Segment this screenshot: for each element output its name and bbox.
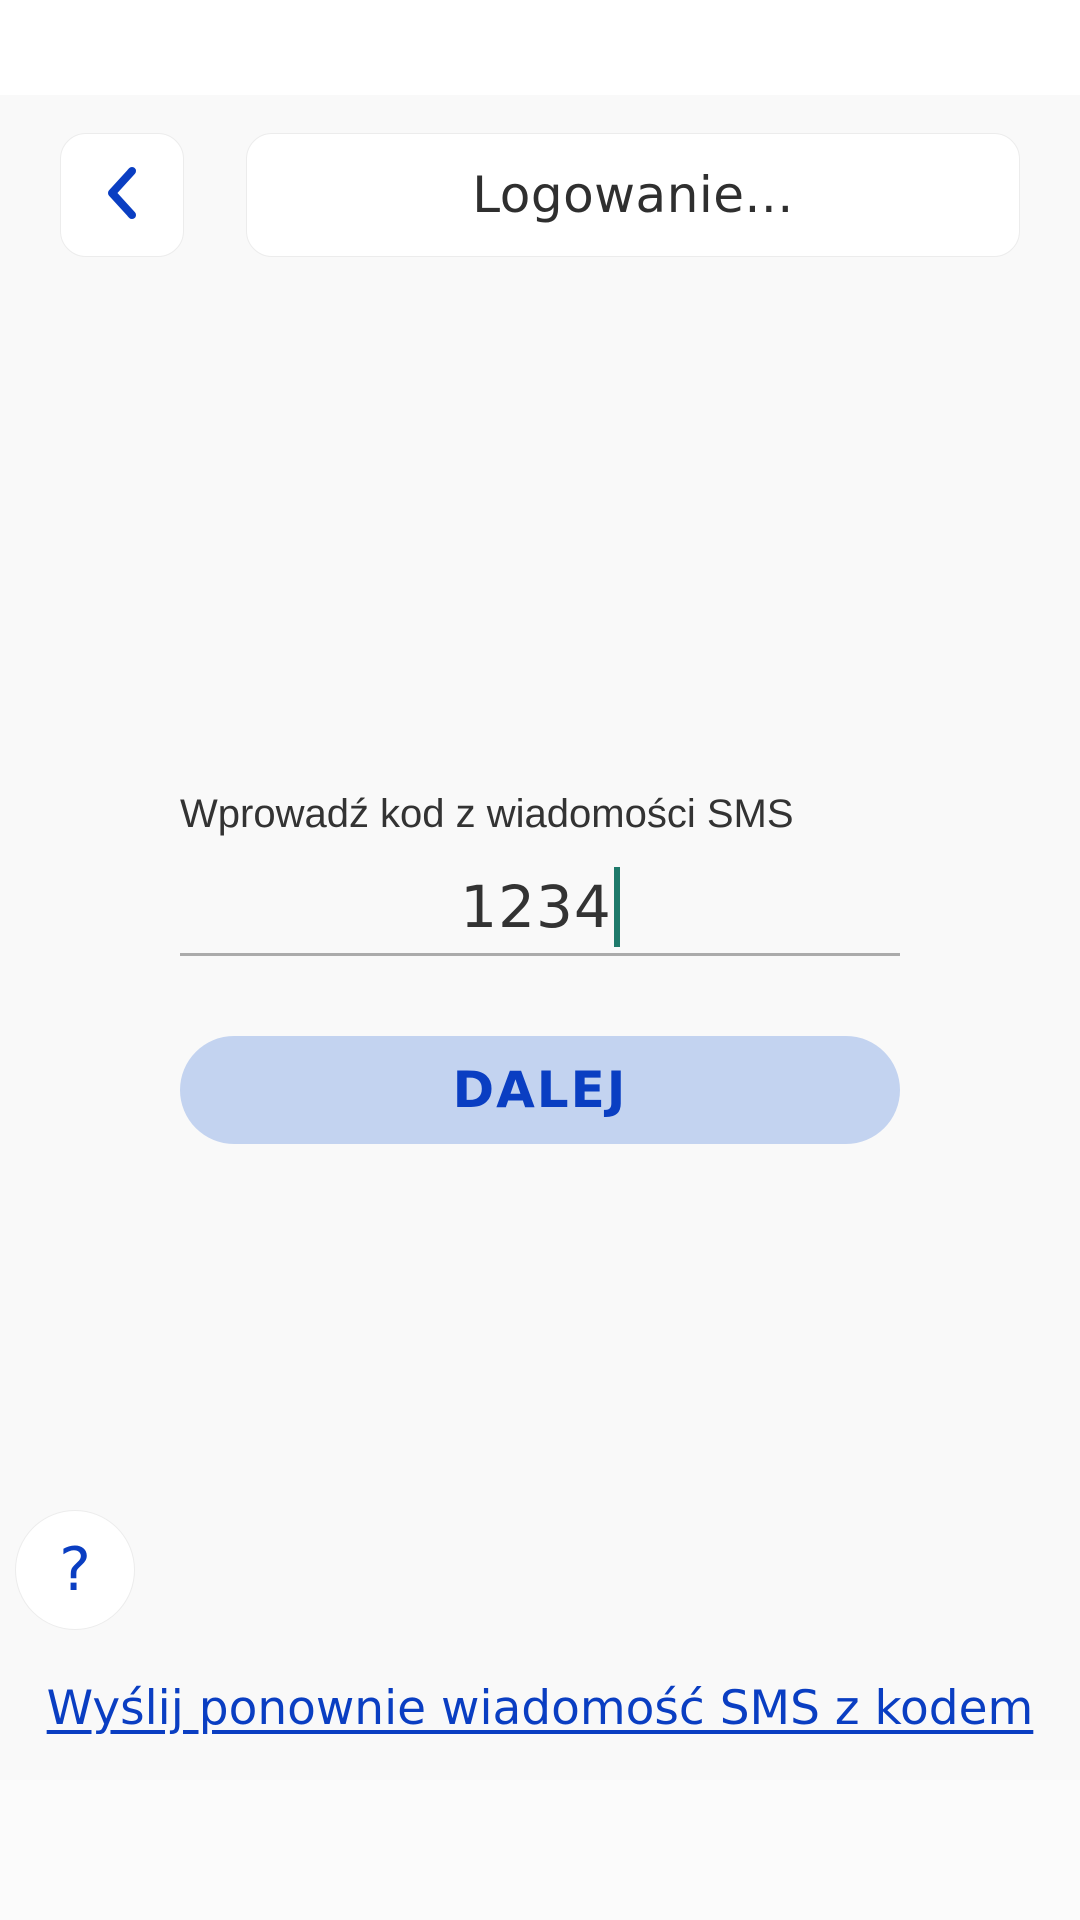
sms-code-input[interactable]: 1234 [180, 860, 900, 956]
page-title-box: Logowanie... [246, 133, 1020, 257]
sms-code-value: 1234 [460, 872, 612, 941]
help-button[interactable]: ? [15, 1510, 135, 1630]
resend-sms-link[interactable]: Wyślij ponownie wiadomość SMS z kodem [0, 1681, 1080, 1736]
question-mark-icon: ? [59, 1535, 91, 1605]
back-button[interactable] [60, 133, 184, 257]
page-title: Logowanie... [472, 166, 794, 224]
next-button-label: DALEJ [452, 1061, 628, 1119]
text-caret [613, 866, 620, 947]
next-button[interactable]: DALEJ [180, 1036, 900, 1144]
navigation-bar [0, 1780, 1080, 1920]
chevron-left-icon [102, 165, 142, 226]
sms-code-label: Wprowadź kod z wiadomości SMS [180, 792, 794, 836]
app-screen: Logowanie... Wprowadź kod z wiadomości S… [0, 95, 1080, 1780]
status-bar [0, 0, 1080, 95]
